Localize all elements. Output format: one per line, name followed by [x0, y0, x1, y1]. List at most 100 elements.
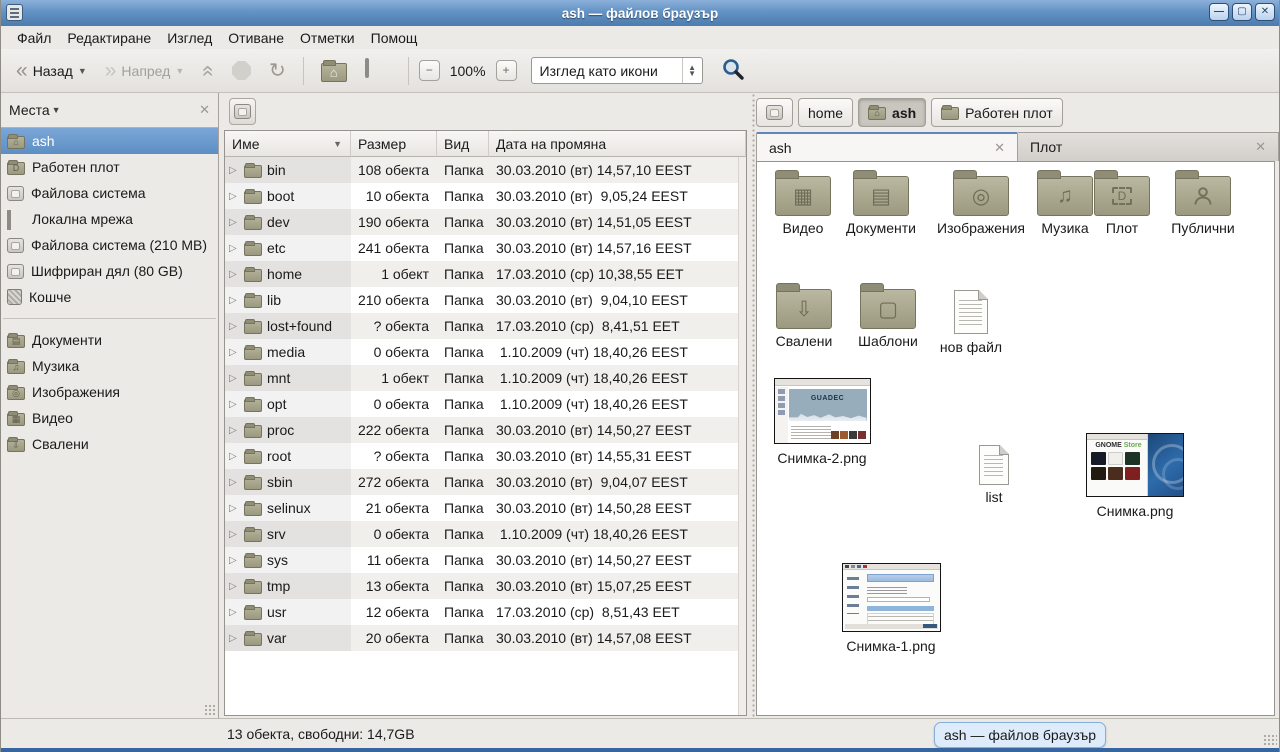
table-row[interactable]: ▷home1 обектПапка17.03.2010 (ср) 10,38,5…: [225, 261, 738, 287]
tab-close-icon[interactable]: ✕: [994, 140, 1005, 156]
table-row[interactable]: ▷tmp13 обектаПапка30.03.2010 (вт) 15,07,…: [225, 573, 738, 599]
sidebar-item-12[interactable]: ⇩Свалени: [1, 431, 218, 457]
stop-button[interactable]: [225, 57, 258, 84]
sidebar-item-8[interactable]: ▤Документи: [1, 327, 218, 353]
menu-item-2[interactable]: Изглед: [159, 28, 220, 48]
file-item-нов файл[interactable]: нов файл: [927, 281, 1015, 355]
view-mode-select[interactable]: Изглед като икони ▲▼: [531, 57, 703, 84]
sidebar-item-4[interactable]: Файлова система (210 MB): [1, 232, 218, 258]
table-row[interactable]: ▷bin108 обектаПапка30.03.2010 (вт) 14,57…: [225, 157, 738, 183]
expander-icon[interactable]: ▷: [229, 399, 239, 410]
icon-view[interactable]: ▦Видео▤Документи◎Изображения♫МузикаDПлот…: [756, 161, 1275, 716]
tab-ash[interactable]: ash✕: [756, 132, 1018, 161]
folder-item-Изображения[interactable]: ◎Изображения: [935, 168, 1027, 236]
menu-item-1[interactable]: Редактиране: [59, 28, 159, 48]
window-resize-grip[interactable]: [1263, 734, 1277, 746]
maximize-button[interactable]: ▢: [1232, 3, 1252, 21]
path-button-home[interactable]: home: [798, 98, 853, 127]
table-row[interactable]: ▷mnt1 обектПапка 1.10.2009 (чт) 18,40,26…: [225, 365, 738, 391]
sidebar-item-3[interactable]: Локална мрежа: [1, 206, 218, 232]
column-header-3[interactable]: Дата на промяна: [489, 131, 746, 157]
menu-item-5[interactable]: Помощ: [363, 28, 426, 48]
folder-item-Документи[interactable]: ▤Документи: [837, 168, 925, 236]
up-button[interactable]: «: [195, 59, 221, 83]
root-directory-button[interactable]: [229, 98, 256, 125]
expander-icon[interactable]: ▷: [229, 347, 239, 358]
table-row[interactable]: ▷srv0 обектаПапка 1.10.2009 (чт) 18,40,2…: [225, 521, 738, 547]
expander-icon[interactable]: ▷: [229, 581, 239, 592]
column-header-1[interactable]: Размер: [351, 131, 437, 157]
sidebar-item-5[interactable]: Шифриран дял (80 GB): [1, 258, 218, 284]
zoom-in-button[interactable]: +: [496, 60, 517, 81]
sidebar-resize-grip[interactable]: [204, 704, 216, 716]
expander-icon[interactable]: ▷: [229, 555, 239, 566]
sidebar-mode-chevron-icon[interactable]: ▼: [52, 105, 61, 115]
sidebar-item-6[interactable]: Кошче: [1, 284, 218, 310]
file-item-Снимка-2.png[interactable]: GUADECСнимка-2.png: [771, 378, 873, 466]
table-row[interactable]: ▷dev190 обектаПапка30.03.2010 (вт) 14,51…: [225, 209, 738, 235]
sidebar-item-9[interactable]: ♫Музика: [1, 353, 218, 379]
window-menu-icon[interactable]: [6, 4, 23, 21]
table-row[interactable]: ▷sys11 обектаПапка30.03.2010 (вт) 14,50,…: [225, 547, 738, 573]
file-item-Снимка.png[interactable]: GNOME StoreСнимка.png: [1083, 433, 1187, 519]
menu-item-0[interactable]: Файл: [9, 28, 59, 48]
folder-item-Свалени[interactable]: ⇩Свалени: [760, 281, 848, 349]
minimize-button[interactable]: —: [1209, 3, 1229, 21]
expander-icon[interactable]: ▷: [229, 477, 239, 488]
file-item-Снимка-1.png[interactable]: Снимка-1.png: [839, 563, 943, 654]
table-row[interactable]: ▷proc222 обектаПапка30.03.2010 (вт) 14,5…: [225, 417, 738, 443]
sidebar-close-icon[interactable]: ✕: [199, 102, 210, 118]
expander-icon[interactable]: ▷: [229, 633, 239, 644]
zoom-out-button[interactable]: −: [419, 60, 440, 81]
table-row[interactable]: ▷root? обектаПапка30.03.2010 (вт) 14,55,…: [225, 443, 738, 469]
close-button[interactable]: ✕: [1255, 3, 1275, 21]
path-button-Работен плот[interactable]: Работен плот: [931, 98, 1063, 127]
forward-button[interactable]: » Напред ▼: [98, 58, 192, 84]
folder-item-Публични[interactable]: Публични: [1159, 168, 1247, 236]
expander-icon[interactable]: ▷: [229, 217, 239, 228]
back-history-chevron-icon[interactable]: ▼: [78, 66, 87, 76]
tab-close-icon[interactable]: ✕: [1255, 139, 1266, 155]
back-button[interactable]: « Назад ▼: [9, 58, 94, 84]
expander-icon[interactable]: ▷: [229, 243, 239, 254]
expander-icon[interactable]: ▷: [229, 165, 239, 176]
table-row[interactable]: ▷opt0 обектаПапка 1.10.2009 (чт) 18,40,2…: [225, 391, 738, 417]
sidebar-item-0[interactable]: ⌂ash: [1, 128, 218, 154]
table-row[interactable]: ▷var20 обектаПапка30.03.2010 (вт) 14,57,…: [225, 625, 738, 651]
menu-item-3[interactable]: Отиване: [220, 28, 292, 48]
expander-icon[interactable]: ▷: [229, 607, 239, 618]
expander-icon[interactable]: ▷: [229, 373, 239, 384]
expander-icon[interactable]: ▷: [229, 425, 239, 436]
sidebar-item-10[interactable]: ◎Изображения: [1, 379, 218, 405]
folder-item-Плот[interactable]: DПлот: [1089, 168, 1155, 236]
file-item-list[interactable]: list: [957, 445, 1031, 505]
expander-icon[interactable]: ▷: [229, 295, 239, 306]
computer-button[interactable]: [358, 56, 398, 86]
expander-icon[interactable]: ▷: [229, 451, 239, 462]
menu-item-4[interactable]: Отметки: [292, 28, 363, 48]
search-icon[interactable]: [721, 57, 745, 84]
table-row[interactable]: ▷media0 обектаПапка 1.10.2009 (чт) 18,40…: [225, 339, 738, 365]
expander-icon[interactable]: ▷: [229, 269, 239, 280]
folder-item-Видео[interactable]: ▦Видео: [759, 168, 847, 236]
expander-icon[interactable]: ▷: [229, 529, 239, 540]
table-row[interactable]: ▷sbin272 обектаПапка30.03.2010 (вт) 9,04…: [225, 469, 738, 495]
sidebar-item-2[interactable]: Файлова система: [1, 180, 218, 206]
expander-icon[interactable]: ▷: [229, 321, 239, 332]
tab-Плот[interactable]: Плот✕: [1018, 132, 1279, 161]
table-row[interactable]: ▷selinux21 обектаПапка30.03.2010 (вт) 14…: [225, 495, 738, 521]
table-row[interactable]: ▷boot10 обектаПапка30.03.2010 (вт) 9,05,…: [225, 183, 738, 209]
path-button-root[interactable]: [756, 98, 793, 127]
titlebar[interactable]: ash — файлов браузър — ▢ ✕: [1, 0, 1279, 26]
path-button-ash[interactable]: ⌂ash: [858, 98, 926, 127]
home-button[interactable]: [314, 56, 354, 86]
sidebar-item-1[interactable]: DРаботен плот: [1, 154, 218, 180]
column-header-0[interactable]: Име▼: [225, 131, 351, 157]
reload-button[interactable]: ↻: [262, 58, 293, 84]
tree-scrollbar[interactable]: [738, 157, 746, 715]
table-row[interactable]: ▷usr12 обектаПапка17.03.2010 (ср) 8,51,4…: [225, 599, 738, 625]
table-row[interactable]: ▷lib210 обектаПапка30.03.2010 (вт) 9,04,…: [225, 287, 738, 313]
folder-item-Шаблони[interactable]: ▢Шаблони: [844, 281, 932, 349]
table-row[interactable]: ▷etc241 обектаПапка30.03.2010 (вт) 14,57…: [225, 235, 738, 261]
table-row[interactable]: ▷lost+found? обектаПапка17.03.2010 (ср) …: [225, 313, 738, 339]
